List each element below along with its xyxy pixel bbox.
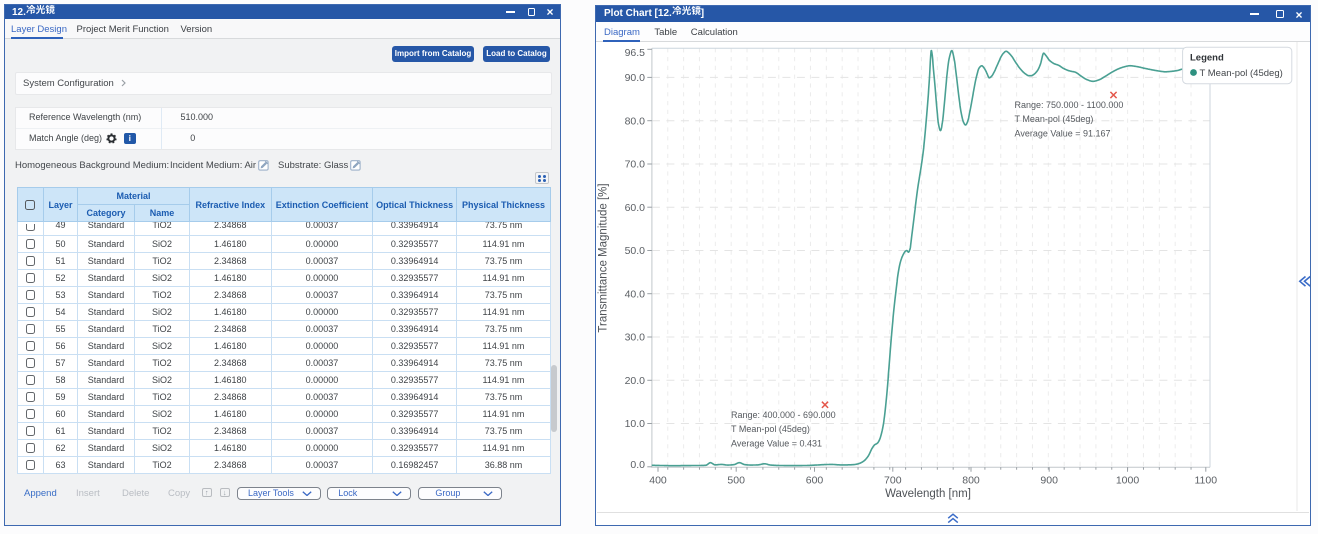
svg-text:70.0: 70.0 [625, 159, 646, 171]
svg-text:Average Value = 0.431: Average Value = 0.431 [731, 438, 822, 448]
svg-text:20.0: 20.0 [625, 375, 646, 387]
svg-text:500: 500 [727, 475, 745, 487]
svg-text:50.0: 50.0 [625, 245, 646, 257]
svg-text:T Mean-pol (45deg): T Mean-pol (45deg) [1015, 114, 1094, 124]
svg-text:T Mean-pol (45deg): T Mean-pol (45deg) [1200, 68, 1283, 79]
svg-text:90.0: 90.0 [625, 72, 646, 84]
svg-text:1000: 1000 [1116, 475, 1140, 487]
svg-text:Average Value = 91.167: Average Value = 91.167 [1015, 128, 1111, 138]
svg-text:96.5: 96.5 [625, 47, 646, 59]
svg-text:30.0: 30.0 [625, 332, 646, 344]
svg-text:T Mean-pol (45deg): T Mean-pol (45deg) [731, 424, 810, 434]
svg-text:Transmittance Magnitude [%]: Transmittance Magnitude [%] [598, 183, 610, 332]
svg-text:80.0: 80.0 [625, 115, 646, 127]
svg-text:10.0: 10.0 [625, 418, 646, 430]
svg-text:800: 800 [962, 475, 980, 487]
svg-text:400: 400 [649, 475, 667, 487]
svg-text:600: 600 [806, 475, 824, 487]
svg-text:Range: 750.000 - 1100.000: Range: 750.000 - 1100.000 [1015, 100, 1124, 110]
svg-text:Legend: Legend [1190, 53, 1224, 64]
svg-text:Wavelength [nm]: Wavelength [nm] [885, 488, 971, 500]
svg-text:1100: 1100 [1195, 475, 1218, 487]
svg-text:40.0: 40.0 [625, 288, 646, 300]
svg-text:60.0: 60.0 [625, 202, 646, 214]
svg-text:700: 700 [884, 475, 902, 487]
svg-text:Range: 400.000 - 690.000: Range: 400.000 - 690.000 [731, 410, 836, 420]
svg-text:0.0: 0.0 [630, 459, 645, 471]
svg-text:900: 900 [1040, 475, 1058, 487]
